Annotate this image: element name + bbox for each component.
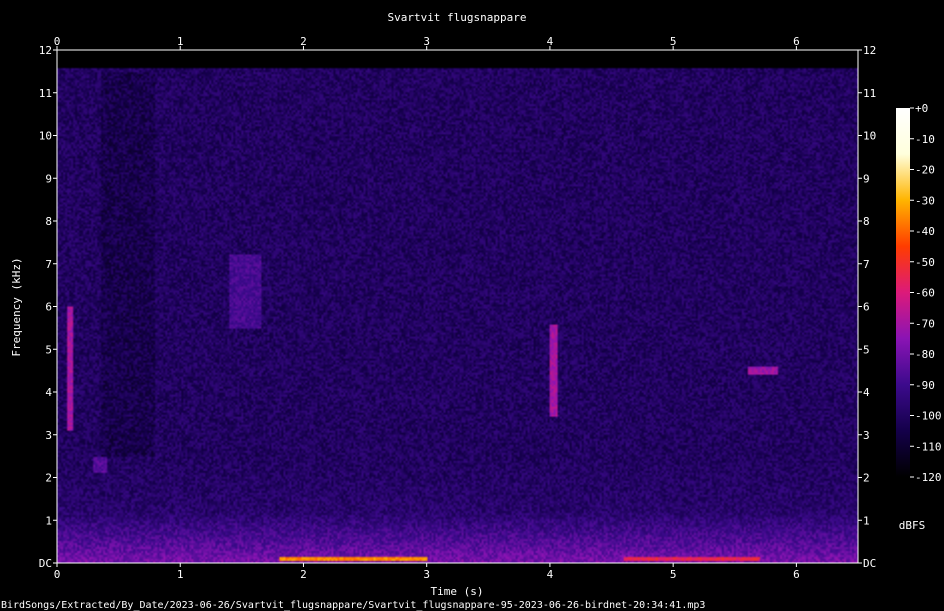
x-tick-label-top: 6	[793, 35, 800, 48]
x-tick-label: 4	[547, 568, 554, 581]
y-tick-label-right: DC	[863, 557, 876, 570]
y-tick-label: 6	[45, 301, 52, 314]
colorbar-tick-label: -110	[915, 440, 942, 453]
y-tick-label: 9	[45, 172, 52, 185]
y-tick-label-right: 4	[863, 386, 870, 399]
y-tick-label: 5	[45, 343, 52, 356]
y-tick-label: 10	[39, 130, 52, 143]
chart-title: Svartvit flugsnappare	[387, 11, 526, 24]
x-tick-label-top: 4	[547, 35, 554, 48]
x-tick-label: 6	[793, 568, 800, 581]
y-tick-label-right: 5	[863, 343, 870, 356]
colorbar-tick-label: -60	[915, 287, 935, 300]
x-tick-label-top: 1	[177, 35, 184, 48]
x-tick-label-top: 3	[423, 35, 430, 48]
x-tick-label-top: 5	[670, 35, 677, 48]
y-tick-label: DC	[39, 557, 52, 570]
x-axis-label: Time (s)	[431, 585, 484, 598]
x-tick-label: 3	[423, 568, 430, 581]
y-tick-label-right: 12	[863, 44, 876, 57]
footer-filename: BirdSongs/Extracted/By_Date/2023-06-26/S…	[1, 600, 705, 611]
colorbar-tick-label: -30	[915, 194, 935, 207]
colorbar-tick-label: -20	[915, 164, 935, 177]
y-tick-label: 11	[39, 87, 52, 100]
y-tick-label: 3	[45, 429, 52, 442]
y-tick-label-right: 2	[863, 472, 870, 485]
colorbar-tick-label: -40	[915, 225, 935, 238]
colorbar-tick-label: -10	[915, 133, 935, 146]
y-tick-label-right: 7	[863, 258, 870, 271]
y-tick-label-right: 3	[863, 429, 870, 442]
y-tick-label-right: 9	[863, 172, 870, 185]
x-tick-label: 2	[300, 568, 307, 581]
colorbar-label: dBFS	[899, 519, 926, 532]
y-tick-label-right: 8	[863, 215, 870, 228]
spectrogram-plot	[56, 49, 859, 564]
y-tick-label-right: 6	[863, 301, 870, 314]
x-tick-label: 5	[670, 568, 677, 581]
y-axis-label: Frequency (kHz)	[10, 257, 23, 356]
spectrogram-figure: Svartvit flugsnappare 00112233445566 DC D…	[0, 0, 944, 611]
x-tick-label: 1	[177, 568, 184, 581]
x-tick-label-top: 2	[300, 35, 307, 48]
colorbar-tick-label: -70	[915, 317, 935, 330]
x-tick-label-top: 0	[54, 35, 61, 48]
y-tick-label: 12	[39, 44, 52, 57]
colorbar-tick-label: -100	[915, 410, 942, 423]
colorbar-tick-label: -50	[915, 256, 935, 269]
y-tick-label-right: 11	[863, 87, 876, 100]
spectrogram-image	[57, 50, 858, 563]
colorbar-tick-label: +0	[915, 102, 928, 115]
colorbar-gradient	[896, 108, 910, 477]
y-tick-label: 1	[45, 514, 52, 527]
colorbar-tick-label: -90	[915, 379, 935, 392]
y-tick-label: 2	[45, 472, 52, 485]
y-tick-label: 4	[45, 386, 52, 399]
y-tick-label-right: 1	[863, 514, 870, 527]
x-tick-label: 0	[54, 568, 61, 581]
colorbar-tick-label: -80	[915, 348, 935, 361]
y-tick-label: 7	[45, 258, 52, 271]
y-tick-label: 8	[45, 215, 52, 228]
colorbar-tick-label: -120	[915, 471, 942, 484]
y-tick-label-right: 10	[863, 130, 876, 143]
